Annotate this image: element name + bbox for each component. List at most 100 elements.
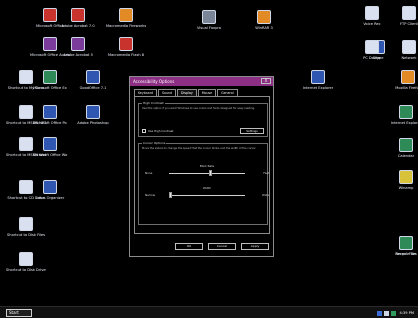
desktop-icon-label: Shortcut to Disk Drives (6, 268, 46, 272)
cursor-options-group: Cursor Options Move the sliders to chang… (138, 141, 269, 225)
browser-icon (401, 70, 415, 84)
app-icon (365, 6, 379, 20)
desktop-icon-label: Microsoft Office Wo (32, 153, 68, 157)
accessibility-options-dialog: Accessibility Options X Keyboard Sound D… (129, 76, 274, 257)
display-panel: High Contrast Use this option if you wan… (134, 96, 270, 234)
high-contrast-group: High Contrast Use this option if you wan… (138, 101, 268, 137)
cursor-width-track[interactable] (169, 195, 245, 196)
use-high-contrast-label: Use High Contrast (148, 129, 174, 133)
shortcut-icon (19, 217, 33, 231)
blink-rate-track[interactable] (169, 173, 245, 174)
start-button[interactable]: Start (6, 309, 32, 317)
desktop-icon[interactable]: FTP Client (389, 6, 418, 26)
desktop-icon-label: GoodOffice 7.1 (79, 86, 107, 90)
desktop-icon-label: Calendar (397, 154, 415, 158)
app-icon (43, 105, 57, 119)
desktop-icon-label: Recycle Bin (395, 252, 417, 256)
system-tray: 4:39 PM (376, 309, 414, 317)
app-icon (402, 6, 416, 20)
app-icon (119, 8, 133, 22)
desktop-icon[interactable]: Internet Explorer (298, 70, 338, 90)
high-contrast-settings-button[interactable]: Settings (240, 128, 264, 134)
app-icon (257, 10, 271, 24)
close-button[interactable]: X (261, 78, 271, 84)
desktop-icon[interactable]: GoodOffice 7.1 (73, 70, 113, 90)
cursor-options-title: Cursor Options (142, 141, 167, 145)
browser-icon (311, 70, 325, 84)
desktop-icon[interactable]: Shortcut to Disk Drives (6, 252, 46, 272)
app-icon (43, 70, 57, 84)
desktop-icon[interactable]: Lotus Organizer (30, 180, 70, 200)
desktop-icon[interactable]: Network (389, 40, 418, 60)
desktop-icon-label: Network (401, 56, 417, 60)
cursor-width-title: Width (202, 186, 212, 190)
security-icon[interactable] (390, 310, 396, 316)
app-icon (43, 8, 57, 22)
apply-button[interactable]: Apply (241, 243, 269, 250)
app-icon (399, 170, 413, 184)
desktop-icon[interactable]: Adobe Photoshop (73, 105, 113, 125)
desktop-icon[interactable]: PC Doctor (352, 40, 392, 60)
app-icon (86, 105, 100, 119)
app-icon (399, 105, 413, 119)
app-icon (71, 37, 85, 51)
desktop-icon[interactable]: Microsoft Office Ex (30, 70, 70, 90)
desktop-icon[interactable]: Recycle Bin (386, 236, 418, 256)
shortcut-icon (19, 252, 33, 266)
network-icon[interactable] (376, 310, 382, 316)
desktop-icon[interactable]: Voice Rec (352, 6, 392, 26)
app-icon (43, 137, 57, 151)
desktop-icon-label: Visual Foxpro (197, 26, 221, 30)
blink-rate-right-label: Fast (263, 171, 269, 175)
cursor-width-thumb[interactable] (169, 192, 173, 198)
desktop-icon-label: Microsoft Office Ex (33, 86, 67, 90)
desktop-icon-label: Voice Rec (363, 22, 381, 26)
dialog-buttons: OK Cancel Apply (175, 243, 269, 250)
desktop-icon-label: Internet Explorer (390, 121, 418, 125)
app-icon (43, 180, 57, 194)
desktop-icon[interactable]: Adobe Acrobat 5 (58, 37, 98, 57)
app-icon (86, 70, 100, 84)
app-icon (119, 37, 133, 51)
desktop-icon[interactable]: Microsoft Office Wo (30, 137, 70, 157)
desktop-icon-label: Adobe Acrobat 5 (63, 53, 93, 57)
desktop-icon-label: Adobe Photoshop (77, 121, 109, 125)
cancel-button[interactable]: Cancel (208, 243, 236, 250)
clock: 4:39 PM (399, 311, 414, 315)
app-icon (399, 138, 413, 152)
cursor-width-right-label: Wide (262, 193, 269, 197)
desktop-icon[interactable]: WinRAR 3 (244, 10, 284, 30)
taskbar: Start 4:39 PM (0, 306, 418, 318)
tab-general[interactable]: General (217, 89, 238, 96)
high-contrast-title: High Contrast (142, 101, 165, 105)
tab-keyboard[interactable]: Keyboard (134, 89, 157, 96)
dialog-titlebar[interactable]: Accessibility Options X (130, 77, 273, 86)
tab-display[interactable]: Display (177, 89, 197, 96)
desktop-icon[interactable]: Macromedia Fireworks 8 (106, 8, 146, 28)
desktop-icon-label: PC Doctor (363, 56, 381, 60)
blink-rate-left-label: None (145, 171, 153, 175)
ok-button[interactable]: OK (175, 243, 203, 250)
desktop-icon[interactable]: Shortcut to Disk Files (6, 217, 46, 237)
use-high-contrast-row[interactable]: Use High Contrast (142, 129, 173, 133)
desktop-icon-label: Macromedia Fireworks 8 (106, 24, 146, 28)
tab-sound[interactable]: Sound (157, 89, 177, 96)
desktop-icon[interactable]: Calendar (386, 138, 418, 158)
cursor-width-left-label: Narrow (145, 193, 155, 197)
desktop-icon-label: Internet Explorer (302, 86, 334, 90)
desktop-icon-label: Microsoft Office Po (33, 121, 67, 125)
desktop-icon-label: Adobe Acrobat 7.0 (61, 24, 95, 28)
desktop-icon[interactable]: Microsoft Office Po (30, 105, 70, 125)
app-icon (402, 40, 416, 54)
desktop-icon[interactable]: Internet Explorer (386, 105, 418, 125)
volume-icon[interactable] (383, 310, 389, 316)
desktop-icon[interactable]: Macromedia Flash 8 (106, 37, 146, 57)
desktop-icon[interactable]: Winamp (386, 170, 418, 190)
desktop-icon[interactable]: Adobe Acrobat 7.0 (58, 8, 98, 28)
use-high-contrast-checkbox[interactable] (142, 129, 146, 133)
tab-mouse[interactable]: Mouse (197, 89, 217, 96)
blink-rate-thumb[interactable] (209, 170, 213, 176)
desktop-icon[interactable]: Visual Foxpro (189, 10, 229, 30)
desktop-icon[interactable]: Mozilla Firefox (388, 70, 418, 90)
desktop-icon-label: Lotus Organizer (35, 196, 65, 200)
